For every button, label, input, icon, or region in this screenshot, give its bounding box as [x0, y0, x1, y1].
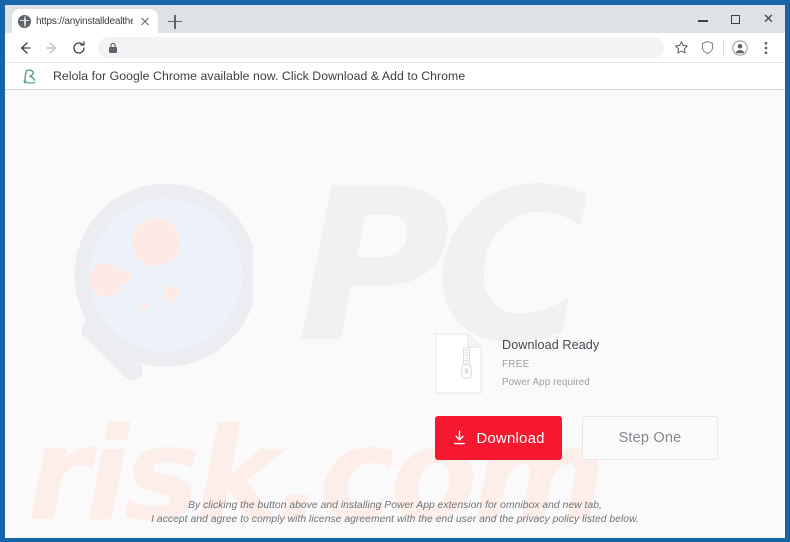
magnifying-glass-watermark: [74, 183, 253, 381]
extension-promo-banner: Relola for Google Chrome available now. …: [5, 63, 785, 90]
action-button-row: Download Step One: [435, 416, 718, 460]
zip-file-icon: [435, 333, 482, 394]
reload-button[interactable]: [65, 34, 92, 61]
step-one-button[interactable]: Step One: [582, 416, 718, 460]
download-button-label: Download: [476, 429, 545, 447]
disclaimer-line-2: I accept and agree to comply with licens…: [151, 514, 639, 526]
back-button[interactable]: [11, 34, 38, 61]
forward-button[interactable]: [38, 34, 65, 61]
download-button[interactable]: Download: [435, 416, 562, 460]
relola-logo-icon: [19, 66, 40, 87]
globe-icon: [18, 14, 31, 28]
download-arrow-icon: [454, 430, 466, 445]
close-icon: ✕: [763, 11, 774, 27]
browser-toolbar: [5, 33, 785, 63]
product-text: Download Ready FREE Power App required: [502, 333, 599, 388]
shield-icon[interactable]: [694, 35, 720, 61]
disclaimer-line-1: By clicking the button above and install…: [188, 499, 602, 511]
product-title: Download Ready: [502, 338, 600, 352]
address-bar[interactable]: [98, 37, 664, 58]
disclaimer-text: By clicking the button above and install…: [5, 499, 785, 528]
title-bar: https://anyinstalldealtheclicks.icu ✕: [5, 5, 785, 33]
window-controls: ✕: [686, 5, 785, 33]
product-requirement: Power App required: [502, 377, 590, 388]
close-window-button[interactable]: ✕: [752, 5, 785, 33]
new-tab-button[interactable]: [162, 10, 188, 32]
tab-title: https://anyinstalldealtheclicks.icu: [36, 15, 133, 27]
step-one-label: Step One: [618, 430, 682, 446]
page-content: PC risk.com Download Ready FREE Power Ap…: [5, 90, 785, 538]
browser-window: https://anyinstalldealtheclicks.icu ✕: [0, 0, 790, 542]
product-price: FREE: [502, 359, 530, 370]
profile-avatar-icon[interactable]: [727, 35, 753, 61]
lock-icon: [109, 42, 117, 53]
back-arrow-icon: [20, 41, 31, 54]
minimize-button[interactable]: [686, 5, 719, 33]
download-product-block: Download Ready FREE Power App required: [435, 333, 599, 394]
chrome-menu-icon[interactable]: [753, 35, 779, 61]
browser-tab[interactable]: https://anyinstalldealtheclicks.icu: [12, 9, 158, 33]
bookmark-star-icon[interactable]: [668, 35, 694, 61]
banner-message: Relola for Google Chrome available now. …: [53, 69, 466, 83]
toolbar-divider: [723, 40, 724, 55]
forward-arrow-icon: [45, 41, 56, 54]
maximize-button[interactable]: [719, 5, 752, 33]
close-tab-icon[interactable]: [138, 14, 152, 28]
reload-icon: [72, 40, 85, 54]
